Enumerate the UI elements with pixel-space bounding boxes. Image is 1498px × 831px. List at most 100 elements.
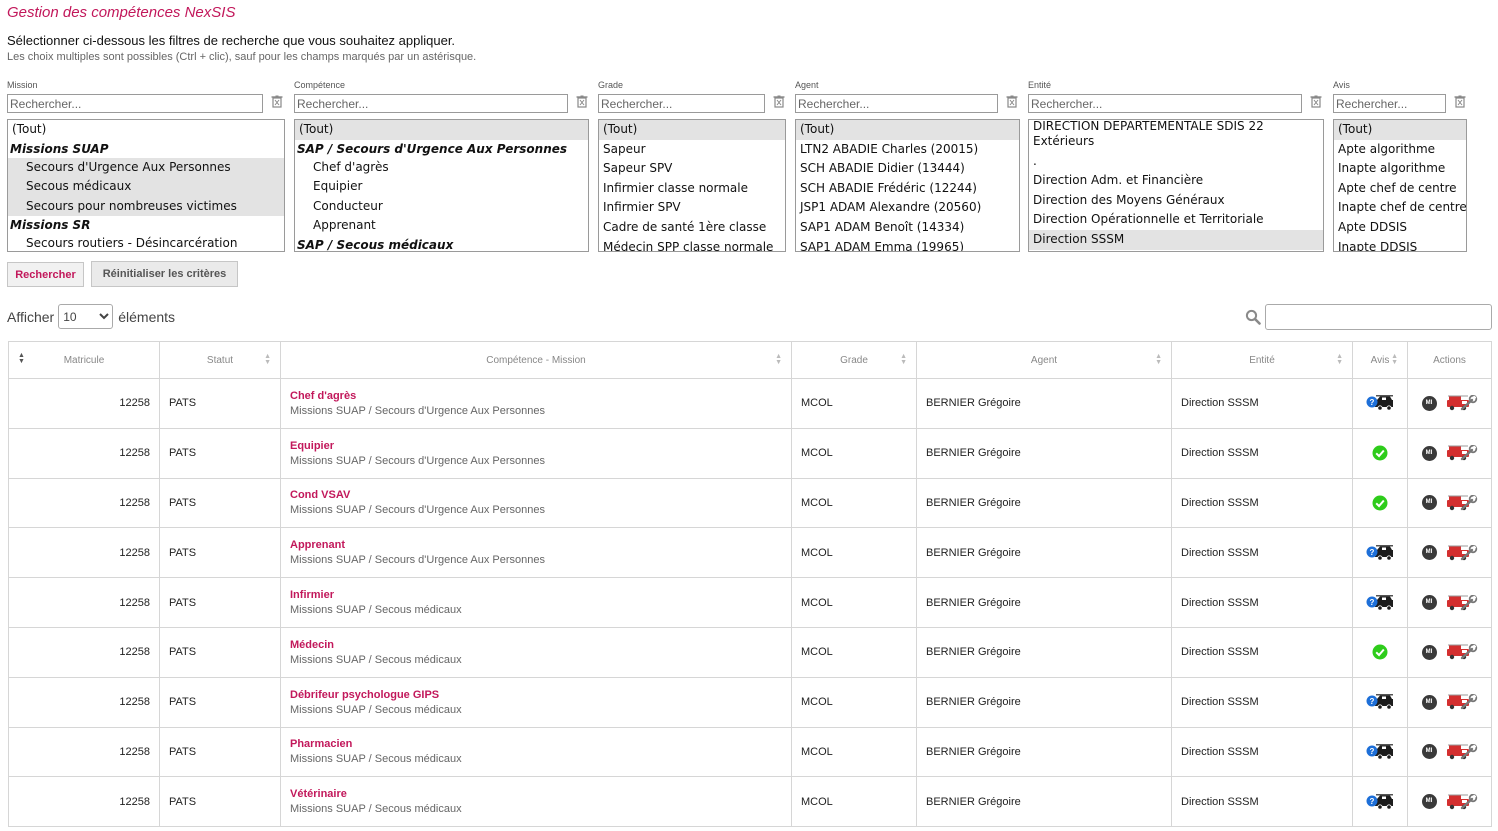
fire-truck-wrench-icon[interactable] (1446, 694, 1478, 710)
col-entite[interactable]: Entité ▲ ▼ (1171, 341, 1353, 379)
mi-badge-button[interactable]: MI (1421, 694, 1437, 710)
clear-icon[interactable] (773, 95, 785, 108)
fire-truck-wrench-icon[interactable] (1446, 793, 1478, 810)
mi-badge-button[interactable]: MI (1421, 744, 1437, 760)
listbox-option[interactable]: Inapte algorithme (1334, 159, 1466, 179)
listbox-option[interactable]: Conducteur (295, 197, 588, 217)
listbox-option[interactable]: Secours d'Urgence Aux Personnes (8, 157, 284, 178)
cell-agent: BERNIER Grégoire (916, 577, 1172, 628)
listbox-option[interactable]: Inapte DDSIS (1334, 238, 1466, 251)
fire-truck-wrench-icon[interactable] (1446, 594, 1478, 611)
listbox-option[interactable]: JSP1 ADAM Alexandre (20560) (796, 198, 1019, 218)
avis-search-input[interactable] (1333, 94, 1446, 113)
mission-listbox[interactable]: (Tout) Missions SUAP Secours d'Urgence Aux… (7, 119, 285, 252)
listbox-option[interactable]: LTN2 ABADIE Charles (20015) (796, 140, 1019, 160)
pending-truck-icon: ? (1366, 395, 1393, 411)
listbox-option[interactable]: Médecin SPP classe normale (599, 238, 785, 251)
clear-icon[interactable] (1310, 95, 1322, 108)
competence-search-input[interactable] (294, 94, 568, 113)
clear-icon[interactable] (1454, 95, 1466, 108)
col-avis[interactable]: Avis ▲ ▼ (1352, 341, 1408, 379)
listbox-option[interactable]: Sapeur (599, 140, 785, 160)
page-length-select[interactable]: 10 (58, 304, 114, 329)
cell-statut: PATS (159, 626, 281, 678)
listbox-option[interactable]: Equipier (295, 177, 588, 197)
listbox-option[interactable]: Infirmier SPV (599, 198, 785, 218)
listbox-option[interactable]: Direction Adm. et Financière (1029, 171, 1323, 191)
mi-badge-button[interactable]: MI (1421, 395, 1437, 411)
listbox-option[interactable]: Apte chef de centre (1334, 179, 1466, 199)
avis-listbox[interactable]: (Tout) Apte algorithme Inapte algorithme Ap… (1333, 119, 1467, 252)
mi-badge-button[interactable]: MI (1421, 644, 1437, 660)
competence-listbox[interactable]: (Tout) SAP / Secours d'Urgence Aux Person… (294, 119, 589, 252)
listbox-option[interactable]: Apte DDSIS (1334, 218, 1466, 238)
listbox-option[interactable]: Apprenant (295, 216, 588, 236)
entite-listbox[interactable]: DIRECTION DEPARTEMENTALE SDIS 22 Extérieu… (1028, 119, 1324, 252)
mission-search-input[interactable] (7, 94, 263, 113)
cell-avis: ? (1352, 726, 1408, 778)
listbox-option[interactable]: SAP1 ADAM Emma (19965) (796, 238, 1019, 251)
listbox-option[interactable]: (Tout) (796, 120, 1019, 140)
listbox-option[interactable]: DIRECTION DEPARTEMENTALE SDIS 22 (1029, 120, 1323, 132)
filter-avis: Avis (Tout)Apte algorithmeInapte algorit… (1333, 80, 1467, 252)
listbox-option[interactable]: (Tout) (8, 120, 284, 140)
entite-search-input[interactable] (1028, 94, 1302, 113)
listbox-option[interactable]: Secous médicaux (8, 177, 284, 197)
mi-badge-button[interactable]: MI (1421, 545, 1437, 561)
cell-agent: BERNIER Grégoire (916, 626, 1172, 678)
clear-icon[interactable] (1006, 95, 1018, 108)
listbox-option[interactable]: Extérieurs (1029, 132, 1323, 152)
listbox-option[interactable]: (Tout) (599, 120, 785, 140)
fire-truck-wrench-icon[interactable] (1446, 395, 1478, 411)
cell-competence: Vétérinaire Missions SUAP / Secous médica… (280, 776, 792, 828)
table-row: 12258 PATS Chef d'agrès Missions SUAP / Sec… (8, 378, 1492, 429)
fire-truck-wrench-icon[interactable] (1446, 445, 1478, 461)
cell-grade: MCOL (791, 477, 917, 529)
table-search-input[interactable] (1265, 304, 1492, 330)
reset-criteria-button[interactable]: Réinitialiser les critères (91, 261, 238, 287)
listbox-option[interactable]: SAP1 ADAM Benoît (14334) (796, 218, 1019, 238)
clear-icon[interactable] (576, 95, 588, 108)
mi-badge-button[interactable]: MI (1421, 495, 1437, 511)
listbox-option[interactable]: Inapte chef de centre (1334, 198, 1466, 218)
listbox-option[interactable]: Direction des Moyens Généraux (1029, 191, 1323, 211)
fire-truck-wrench-icon[interactable] (1446, 494, 1478, 511)
mi-badge-button[interactable]: MI (1421, 794, 1437, 810)
listbox-option[interactable]: (Tout) (1334, 120, 1466, 140)
listbox-option[interactable]: Infirmier classe normale (599, 179, 785, 199)
col-statut[interactable]: Statut ▲ ▼ (159, 341, 281, 379)
mi-badge-button[interactable]: MI (1421, 595, 1437, 611)
fire-truck-wrench-icon[interactable] (1446, 743, 1478, 760)
mi-badge-button[interactable]: MI (1421, 445, 1437, 461)
col-matricule[interactable]: ▲ ▼ Matricule (8, 341, 160, 379)
filter-entite: Entité DIRECTION DEPARTEMENTALE SDIS 22E… (1028, 80, 1324, 252)
listbox-option[interactable]: Sapeur SPV (599, 159, 785, 179)
fire-truck-wrench-icon[interactable] (1446, 644, 1478, 660)
listbox-option[interactable]: Secours pour nombreuses victimes (8, 196, 284, 217)
listbox-option[interactable]: Chef d'agrès (295, 158, 588, 178)
cell-entite: Direction SSSM (1171, 676, 1353, 728)
listbox-option[interactable]: Secours routiers - Désincarcération (8, 234, 284, 251)
listbox-option[interactable]: Cadre de santé 1ère classe (599, 218, 785, 238)
cell-avis (1352, 626, 1408, 678)
agent-search-input[interactable] (795, 94, 998, 113)
search-button[interactable]: Rechercher (7, 262, 84, 287)
svg-text:?: ? (1370, 398, 1375, 407)
col-grade[interactable]: Grade ▲ ▼ (791, 341, 917, 379)
col-competence-mission[interactable]: Compétence - Mission ▲ ▼ (280, 341, 792, 379)
listbox-option[interactable]: SCH ABADIE Frédéric (12244) (796, 179, 1019, 199)
agent-listbox[interactable]: (Tout) LTN2 ABADIE Charles (20015) SCH ABA… (795, 119, 1020, 252)
listbox-option[interactable]: SCH ABADIE Didier (13444) (796, 159, 1019, 179)
listbox-option[interactable]: Direction SSSM (1029, 229, 1323, 250)
listbox-option[interactable]: (Tout) (295, 120, 588, 140)
grade-listbox[interactable]: (Tout) Sapeur Sapeur SPV Infirmier classe n… (598, 119, 786, 252)
cell-entite: Direction SSSM (1171, 776, 1353, 828)
cell-entite: Direction SSSM (1171, 626, 1353, 678)
fire-truck-wrench-icon[interactable] (1446, 544, 1478, 561)
listbox-option[interactable]: Apte algorithme (1334, 140, 1466, 160)
listbox-option[interactable]: Direction Opérationnelle et Territoriale (1029, 210, 1323, 230)
col-agent[interactable]: Agent ▲ ▼ (916, 341, 1172, 379)
listbox-option[interactable]: . (1029, 152, 1323, 172)
grade-search-input[interactable] (598, 94, 765, 113)
clear-icon[interactable] (271, 95, 283, 108)
